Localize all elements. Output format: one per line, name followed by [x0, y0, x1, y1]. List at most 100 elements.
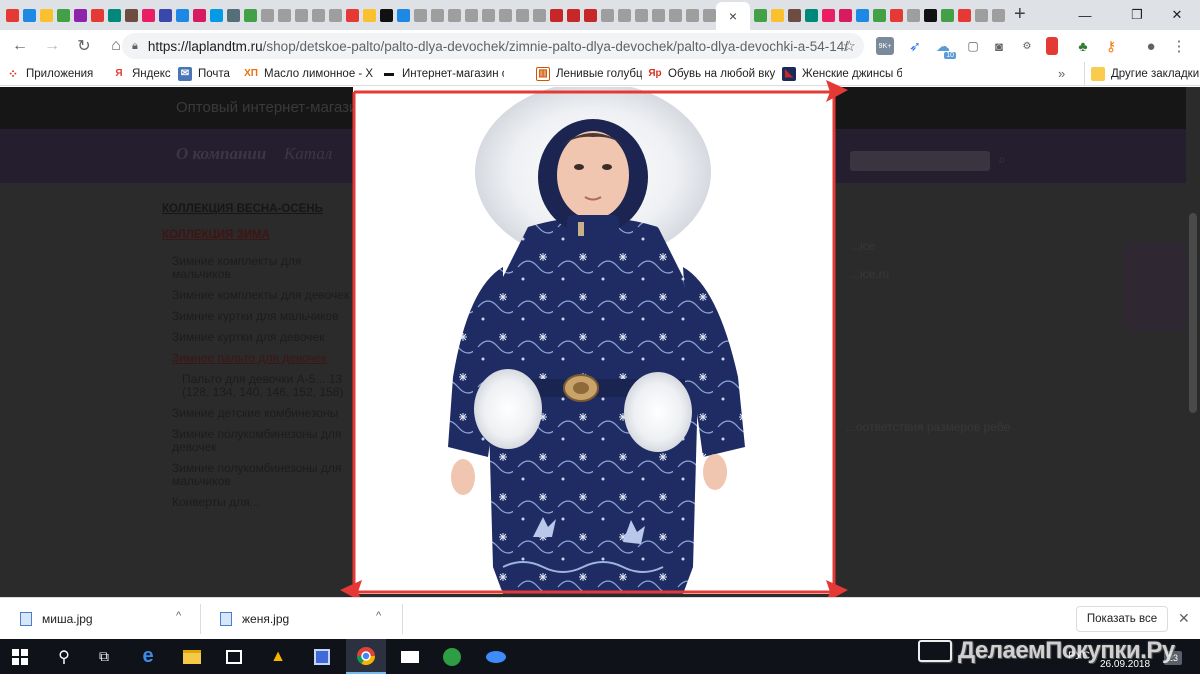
reload-button[interactable]: ↻	[70, 32, 98, 60]
bookmark-lemon-oil[interactable]: ХП Масло лимонное - Х	[238, 62, 376, 86]
favicon-icon[interactable]	[23, 8, 36, 22]
favicon-icon[interactable]	[397, 8, 410, 22]
favicon-icon[interactable]	[924, 8, 937, 22]
favicon-icon[interactable]	[465, 8, 478, 22]
tab-close-icon[interactable]: ×	[729, 8, 737, 24]
settings-icon[interactable]: ⚙	[1018, 37, 1036, 55]
favicon-icon[interactable]	[125, 8, 138, 22]
category-item-active[interactable]: Зимнее пальто для девочек	[172, 352, 362, 365]
cart-widget[interactable]	[1124, 243, 1194, 331]
favicon-icon[interactable]	[584, 8, 597, 22]
favicon-icon[interactable]	[278, 8, 291, 22]
task-view-button[interactable]: ⧉	[84, 639, 124, 674]
favicon-icon[interactable]	[6, 8, 19, 22]
favicon-icon[interactable]	[380, 8, 393, 22]
search-icon[interactable]: ⌕	[998, 151, 1006, 168]
taskbar-app-blue[interactable]	[476, 639, 516, 674]
url-text[interactable]: https://laplandtm.ru/shop/detskoe-palto/…	[148, 39, 848, 54]
bookmark-yandex[interactable]: Я Яндекс	[106, 62, 172, 86]
favicon-icon[interactable]	[363, 8, 376, 22]
favicon-icon[interactable]	[686, 8, 699, 22]
site-search-input[interactable]	[850, 151, 990, 171]
favicon-icon[interactable]	[329, 8, 342, 22]
favicon-icon[interactable]	[958, 8, 971, 22]
favicon-icon[interactable]	[703, 8, 716, 22]
favicon-icon[interactable]	[567, 8, 580, 22]
taskbar-app-triangle[interactable]: ▲	[258, 639, 298, 674]
favicon-icon[interactable]	[890, 8, 903, 22]
search-button[interactable]: ⚲	[44, 639, 84, 674]
favicon-icon[interactable]	[210, 8, 223, 22]
favicon-icon[interactable]	[992, 8, 1005, 22]
favicon-icon[interactable]	[346, 8, 359, 22]
puzzle-icon[interactable]: ▢	[964, 37, 982, 55]
favicon-icon[interactable]	[142, 8, 155, 22]
taskbar-explorer[interactable]	[172, 639, 212, 674]
taskbar-edge[interactable]: e	[128, 639, 168, 674]
profile-icon[interactable]: ●	[1142, 37, 1160, 55]
bookmark-lazy-cabbage[interactable]: ▥ Ленивые голубцы в	[504, 62, 642, 86]
bookmark-jeans[interactable]: ◣ Женские джинсы бо	[776, 62, 902, 86]
favicon-icon[interactable]	[635, 8, 648, 22]
favicon-icon[interactable]	[601, 8, 614, 22]
other-bookmarks-folder[interactable]: Другие закладки	[1084, 62, 1199, 86]
favicon-icon[interactable]	[805, 8, 818, 22]
bookmark-apps[interactable]: ⁘ Приложения	[0, 62, 106, 86]
category-item[interactable]: Зимние комплекты для мальчиков	[172, 255, 362, 281]
evernote-icon[interactable]: ♣	[1074, 37, 1092, 55]
favicon-icon[interactable]	[975, 8, 988, 22]
back-button[interactable]: ←	[6, 32, 34, 60]
favicon-icon[interactable]	[40, 8, 53, 22]
key-icon[interactable]: ⚷	[1102, 37, 1120, 55]
favicon-icon[interactable]	[754, 8, 767, 22]
category-item[interactable]: Зимние полукомбинезоны для мальчиков	[172, 462, 362, 488]
favicon-icon[interactable]	[499, 8, 512, 22]
forward-button[interactable]: →	[38, 32, 66, 60]
bookmark-star-icon[interactable]: ☆	[843, 37, 856, 55]
download-item[interactable]: женя.jpg	[220, 598, 390, 640]
download-item[interactable]: миша.jpg	[20, 598, 190, 640]
taskbar-app-save[interactable]	[302, 639, 342, 674]
favicon-icon[interactable]	[431, 8, 444, 22]
favicon-icon[interactable]	[91, 8, 104, 22]
favicon-icon[interactable]	[108, 8, 121, 22]
favicon-icon[interactable]	[856, 8, 869, 22]
category-item[interactable]: Зимние куртки для мальчиков	[172, 310, 362, 323]
favicon-icon[interactable]	[618, 8, 631, 22]
pinned-tabs[interactable]	[0, 0, 720, 30]
bookmark-online-shop[interactable]: ▬ Интернет-магазин с	[376, 62, 504, 86]
flag-icon[interactable]	[1046, 37, 1058, 55]
favicon-icon[interactable]	[414, 8, 427, 22]
extension-badge-icon[interactable]: 9K+	[876, 37, 894, 55]
pinned-tabs-right[interactable]	[752, 0, 1006, 30]
start-button[interactable]	[0, 639, 40, 674]
lightbox-image[interactable]	[353, 87, 835, 594]
favicon-icon[interactable]	[482, 8, 495, 22]
page-scrollbar[interactable]	[1186, 87, 1200, 597]
close-downloads-button[interactable]: ✕	[1178, 610, 1190, 627]
nav-about[interactable]: О компании	[176, 144, 266, 164]
favicon-icon[interactable]	[227, 8, 240, 22]
category-winter[interactable]: КОЛЛЕКЦИЯ ЗИМА	[162, 229, 362, 241]
favicon-icon[interactable]	[822, 8, 835, 22]
close-window-button[interactable]: ✕	[1154, 0, 1200, 30]
favicon-icon[interactable]	[550, 8, 563, 22]
taskbar-chrome[interactable]	[346, 639, 386, 674]
size-chart-link[interactable]: ...оответствия размеров ребе	[846, 420, 1010, 434]
cloud-icon[interactable]: ☁ 10	[934, 37, 956, 59]
favicon-icon[interactable]	[295, 8, 308, 22]
category-item[interactable]: Зимние полукомбинезоны для девочек	[172, 428, 362, 454]
taskbar-mail[interactable]	[390, 639, 430, 674]
taskbar-store[interactable]	[214, 639, 254, 674]
favicon-icon[interactable]	[839, 8, 852, 22]
category-item[interactable]: Зимние комплекты для девочек	[172, 289, 362, 302]
favicon-icon[interactable]	[941, 8, 954, 22]
address-bar[interactable]: 🔒︎ https://laplandtm.ru/shop/detskoe-pal…	[122, 33, 864, 59]
favicon-icon[interactable]	[771, 8, 784, 22]
favicon-icon[interactable]	[261, 8, 274, 22]
favicon-icon[interactable]	[516, 8, 529, 22]
bookmark-shoes[interactable]: Яр Обувь на любой вку	[642, 62, 776, 86]
bookmark-mail[interactable]: ✉ Почта	[172, 62, 238, 86]
favicon-icon[interactable]	[159, 8, 172, 22]
taskbar-app-green[interactable]	[432, 639, 472, 674]
